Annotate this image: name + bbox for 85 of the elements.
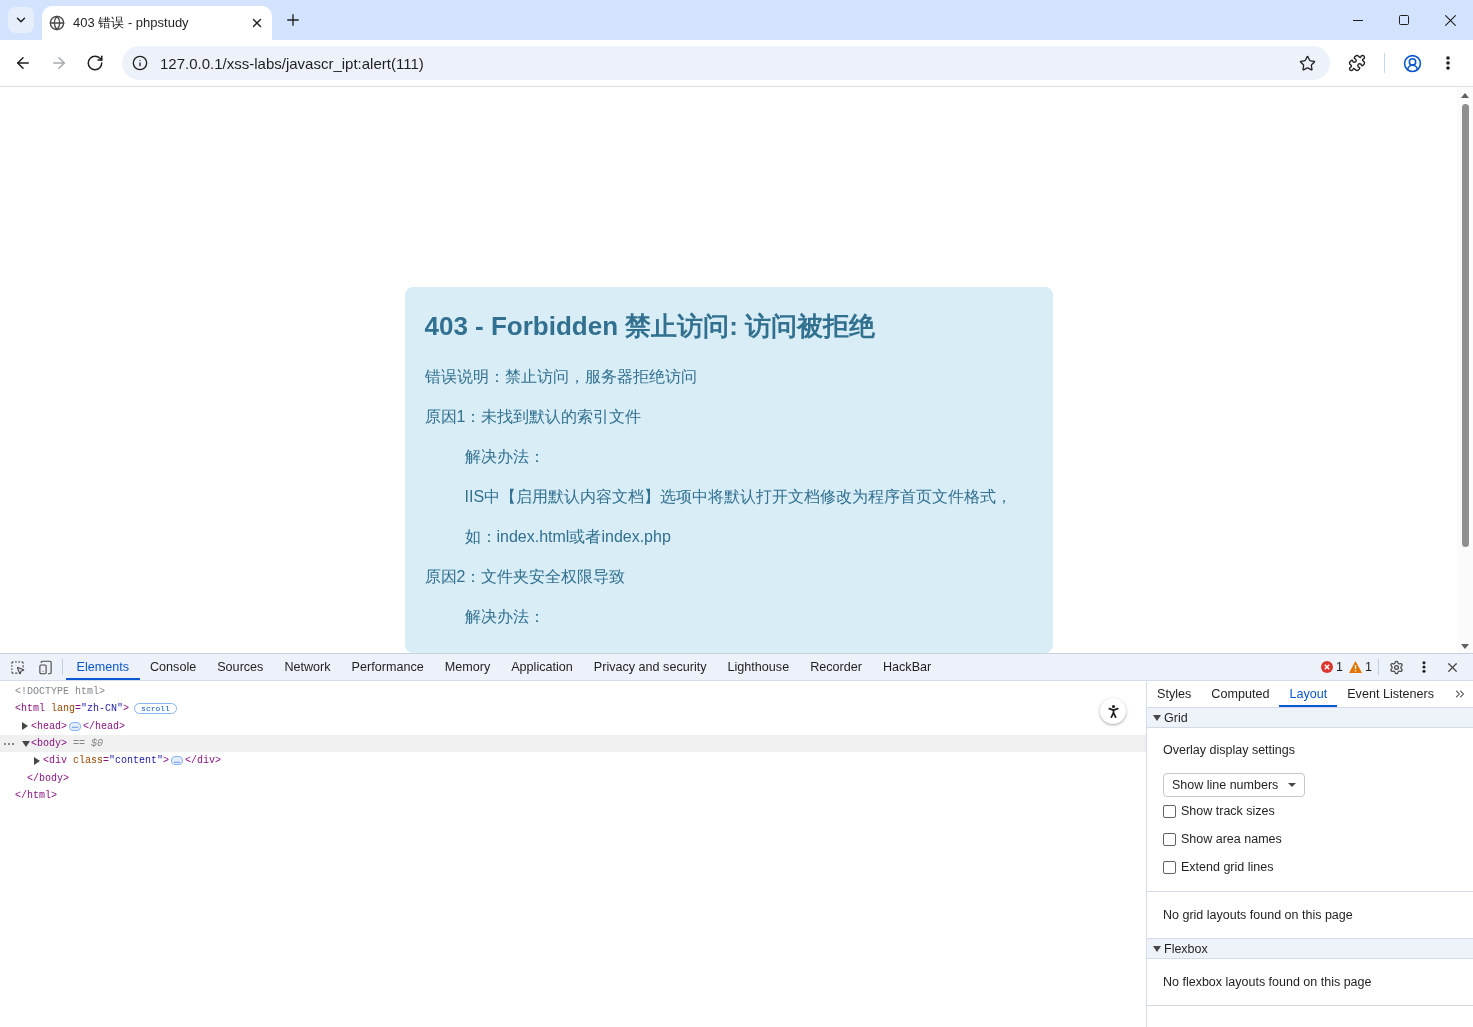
error-text-line: 解决办法：: [464, 607, 545, 627]
devtools-tab[interactable]: Memory: [434, 654, 501, 680]
inspect-cursor-icon: [9, 659, 25, 675]
reload-icon: [86, 54, 104, 72]
checkbox[interactable]: [1163, 860, 1176, 874]
caret-down-icon: [1288, 783, 1297, 787]
checkbox-label: Show area names: [1181, 832, 1282, 846]
console-reference-text: == $0: [73, 738, 104, 750]
doctype-text: <!DOCTYPE html>: [15, 686, 105, 698]
vertical-scrollbar[interactable]: [1457, 87, 1473, 653]
html-tag-text: <head>: [31, 720, 67, 732]
devtools-tab[interactable]: HackBar: [872, 654, 942, 680]
user-icon: [1402, 53, 1422, 73]
overlay-select[interactable]: Show line numbers: [1163, 773, 1306, 797]
dom-tree-row[interactable]: </html>: [0, 786, 1146, 805]
devtools-tab[interactable]: Performance: [341, 654, 435, 680]
devtools-tab[interactable]: Console: [139, 654, 207, 680]
section-header[interactable]: Grid: [1147, 708, 1473, 728]
error-text-line: 错误说明：禁止访问，服务器拒绝访问: [424, 367, 697, 387]
sidebar-tab[interactable]: Event Listeners: [1337, 681, 1445, 707]
forward-arrow-icon: [50, 54, 68, 72]
error-count-button[interactable]: 1: [1318, 654, 1347, 680]
devtools-tab[interactable]: Sources: [206, 654, 274, 680]
html-tag-text: <div class="content">: [43, 755, 170, 767]
checkbox[interactable]: [1163, 832, 1176, 846]
scrollbar-thumb[interactable]: [1461, 104, 1469, 547]
sidebar-tab[interactable]: Styles: [1147, 681, 1202, 707]
info-icon: [132, 55, 148, 71]
plus-icon: [284, 11, 302, 29]
minimize-icon: [1353, 19, 1363, 21]
error-title: 403 - Forbidden 禁止访问: 访问被拒绝: [424, 310, 876, 343]
devices-icon: [37, 659, 53, 675]
close-icon: [1444, 14, 1456, 26]
devtools-tab[interactable]: Elements: [66, 654, 140, 680]
scroll-down-arrow-icon: [1461, 644, 1469, 649]
error-text-line: 解决办法：: [464, 447, 545, 467]
scroll-up-arrow-icon: [1461, 93, 1469, 98]
html-tag-text: </body>: [27, 772, 69, 784]
dom-tree-row[interactable]: <div class="content"> … </div>: [0, 752, 1146, 770]
checkbox-label: Extend grid lines: [1181, 860, 1274, 874]
menu-icon: [1446, 56, 1450, 70]
devtools-tab[interactable]: Application: [500, 654, 584, 680]
devtools-tab[interactable]: Lighthouse: [717, 654, 800, 680]
error-text-line: 原因1：未找到默认的索引文件: [424, 407, 642, 427]
error-icon: [1321, 661, 1334, 673]
html-tag-text: <html lang="zh-CN">: [15, 703, 130, 715]
puzzle-icon: [1348, 54, 1366, 72]
dom-tree-row[interactable]: <head> … </head>: [0, 717, 1146, 735]
maximize-icon: [1399, 15, 1409, 25]
html-tag-text: </head>: [83, 720, 126, 732]
checkbox[interactable]: [1163, 804, 1176, 818]
error-text-line: 如：index.html或者index.php: [464, 527, 671, 547]
browser-tab[interactable]: 403 错误 - phpstudy: [42, 6, 272, 40]
warning-count-button[interactable]: 1: [1346, 654, 1375, 680]
warning-icon: [1349, 661, 1363, 673]
dom-tree-row[interactable]: <!DOCTYPE html>: [0, 683, 1146, 701]
globe-icon: [49, 15, 65, 31]
settings-icon: [1388, 659, 1404, 675]
address-bar[interactable]: 127.0.0.1/xss-labs/javascr_ipt:alert(111): [122, 46, 1330, 80]
checkbox-label: Show track sizes: [1181, 804, 1275, 818]
dom-tree-row[interactable]: <html lang="zh-CN"> scroll: [0, 700, 1146, 718]
more-dots-icon: [4, 742, 14, 745]
settings-heading: Overlay display settings: [1163, 742, 1295, 758]
menu-icon: [1422, 661, 1426, 673]
devtools-tab[interactable]: Network: [273, 654, 342, 680]
sidebar-tab[interactable]: Computed: [1201, 681, 1280, 707]
expand-ellipsis-button[interactable]: …: [171, 756, 184, 766]
html-tag-text: </div>: [185, 755, 222, 767]
html-tag-text: </html>: [15, 789, 57, 801]
error-text-line: 原因2：文件夹安全权限导致: [424, 567, 626, 587]
section-header[interactable]: Flexbox: [1147, 939, 1473, 959]
html-tag-text: <body>: [31, 738, 67, 750]
devtools-tab[interactable]: Privacy and security: [583, 654, 717, 680]
empty-state-message: No grid layouts found on this page: [1163, 908, 1353, 922]
error-text-line: IIS中【启用默认内容文档】选项中将默认打开文档修改为程序首页文件格式，: [464, 487, 1013, 507]
devtools-tab[interactable]: Recorder: [799, 654, 873, 680]
tab-search-button[interactable]: [8, 7, 34, 33]
dom-tree-row[interactable]: <body> == $0: [0, 734, 1146, 753]
star-icon: [1298, 54, 1316, 72]
double-chevron-icon: [1453, 687, 1467, 701]
expand-ellipsis-button[interactable]: …: [69, 721, 82, 731]
accessibility-tree-button[interactable]: [1100, 698, 1126, 724]
close-icon: [250, 16, 264, 30]
dom-tree-row[interactable]: </body>: [0, 769, 1146, 787]
empty-state-message: No flexbox layouts found on this page: [1163, 975, 1372, 989]
